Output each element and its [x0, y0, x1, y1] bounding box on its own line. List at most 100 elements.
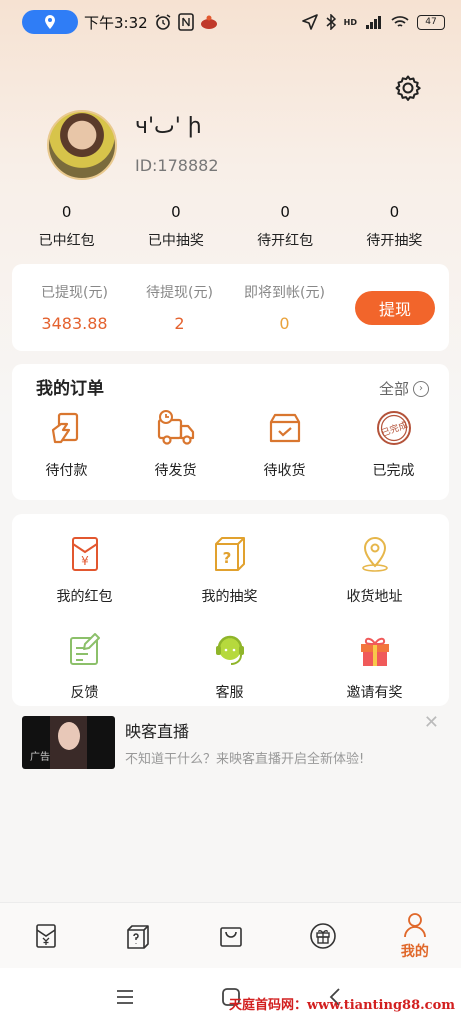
stat-label: 待开抽奖 — [366, 233, 423, 249]
stat-label: 已中红包 — [38, 233, 95, 249]
tab-profile-label: 我的 — [400, 943, 429, 960]
bluetooth-icon — [326, 14, 336, 30]
tab-shop[interactable] — [184, 903, 276, 968]
close-icon[interactable]: ✕ — [424, 712, 439, 733]
wallet-value: 0 — [279, 314, 290, 333]
alarm-icon — [155, 14, 171, 30]
orders-card: 我的订单 全部 › 待付款 待发货 待收货 已完成 已完成 — [12, 364, 449, 500]
wallet-label: 待提现(元) — [146, 285, 213, 301]
watermark: 天庭首码网：www.tianting88.com — [228, 998, 455, 1013]
stat-label: 已中抽奖 — [147, 233, 204, 249]
stat-value: 0 — [171, 203, 181, 221]
profile-tab-icon — [404, 912, 426, 937]
wallet-value: 2 — [174, 314, 185, 333]
battery-indicator: 47 — [417, 14, 445, 30]
mystery-box-icon: ? — [214, 537, 245, 571]
stat-value: 0 — [280, 203, 290, 221]
mystery-box-tab-icon — [127, 924, 150, 949]
wallet-card: 已提现(元) 3483.88 待提现(元) 2 即将到帐(元) 0 提现 — [12, 264, 449, 351]
wallet-card-icon — [51, 412, 78, 444]
chevron-right-icon: › — [413, 380, 429, 397]
username: ч'ٮ' ի — [135, 114, 202, 139]
navigation-arrow-icon — [301, 14, 318, 30]
order-label: 待付款 — [45, 463, 88, 479]
stat-pending-red-envelopes[interactable]: 0 待开红包 — [231, 200, 340, 250]
delivery-truck-icon — [157, 410, 194, 445]
wifi-icon — [391, 16, 409, 27]
stat-label: 待开红包 — [257, 233, 314, 249]
location-pin-icon — [361, 536, 388, 572]
bottom-tab-bar: 我的 — [0, 902, 461, 968]
stat-won-lottery[interactable]: 0 已中抽奖 — [121, 200, 230, 250]
user-id: ID:178882 — [135, 156, 219, 175]
order-label: 待发货 — [154, 463, 197, 479]
service-label: 反馈 — [70, 685, 99, 701]
feedback-icon — [69, 633, 100, 665]
app-notification-icon — [200, 15, 217, 29]
order-completed[interactable]: 已完成 已完成 — [339, 408, 448, 480]
service-feedback[interactable]: 反馈 — [12, 630, 157, 702]
service-label: 邀请有奖 — [346, 685, 403, 701]
ad-thumbnail-face — [58, 722, 80, 750]
location-icon — [45, 15, 55, 29]
tab-red-envelope[interactable] — [0, 903, 92, 968]
wallet-withdrawn: 已提现(元) 3483.88 — [22, 282, 127, 333]
service-shipping-address[interactable]: 收货地址 — [302, 534, 447, 606]
service-customer-support[interactable]: 客服 — [157, 630, 302, 702]
ad-title: 映客直播 — [125, 722, 190, 741]
service-invite-rewards[interactable]: 邀请有奖 — [302, 630, 447, 702]
signal-hd-label: HD — [343, 17, 357, 27]
tab-profile[interactable]: 我的 — [369, 903, 461, 968]
view-all-label: 全部 — [378, 380, 409, 398]
services-card: ¥ 我的红包 ? 我的抽奖 收货地址 反馈 客服 邀请有奖 — [12, 514, 449, 706]
status-bar: 下午3:32 HD 47 — [0, 0, 461, 44]
withdraw-button[interactable]: 提现 — [355, 290, 435, 325]
service-label: 我的红包 — [56, 589, 113, 605]
order-pending-receipt[interactable]: 待收货 — [230, 408, 339, 480]
stat-value: 0 — [61, 203, 72, 221]
wallet-incoming: 即将到帐(元) 0 — [232, 282, 337, 333]
view-all-orders-link[interactable]: 全部 › — [379, 378, 429, 399]
wallet-label: 即将到帐(元) — [244, 285, 325, 301]
menu-icon[interactable] — [114, 986, 136, 1008]
stamp-text: 已完成 — [379, 419, 408, 440]
red-envelope-icon: ¥ — [71, 537, 98, 571]
customer-service-icon — [215, 635, 244, 665]
stat-pending-lottery[interactable]: 0 待开抽奖 — [340, 200, 449, 250]
gift-tab-icon — [309, 922, 336, 949]
nfc-icon — [177, 13, 194, 31]
avatar[interactable] — [47, 110, 117, 180]
envelope-symbol: ¥ — [81, 554, 89, 568]
ad-thumbnail: 广告 — [22, 716, 115, 769]
tab-lottery[interactable] — [92, 903, 184, 968]
service-label: 我的抽奖 — [201, 589, 258, 605]
package-box-icon — [269, 413, 300, 443]
wallet-pending: 待提现(元) 2 — [127, 282, 232, 333]
service-my-lottery[interactable]: ? 我的抽奖 — [157, 534, 302, 606]
stat-won-red-envelopes[interactable]: 0 已中红包 — [12, 200, 121, 250]
ad-banner[interactable]: 广告 映客直播 不知道干什么？来映客直播开启全新体验! ✕ — [22, 712, 447, 772]
order-pending-shipment[interactable]: 待发货 — [121, 408, 230, 480]
service-my-red-envelopes[interactable]: ¥ 我的红包 — [12, 534, 157, 606]
completed-stamp-icon: 已完成 — [376, 411, 411, 445]
status-time: 下午3:32 — [84, 13, 148, 32]
orders-title: 我的订单 — [36, 379, 104, 399]
order-label: 已完成 — [372, 463, 415, 479]
ad-tag: 广告 — [30, 752, 50, 763]
ad-description: 不知道干什么？来映客直播开启全新体验! — [125, 752, 365, 767]
bag-tab-icon — [219, 926, 242, 947]
service-label: 收货地址 — [346, 589, 403, 605]
stats-row: 0 已中红包 0 已中抽奖 0 待开红包 0 待开抽奖 — [12, 200, 449, 250]
settings-gear-icon[interactable] — [394, 74, 422, 102]
wallet-value: 3483.88 — [41, 314, 108, 333]
order-label: 待收货 — [263, 463, 306, 479]
gift-icon — [360, 637, 389, 666]
order-pending-payment[interactable]: 待付款 — [12, 408, 121, 480]
service-label: 客服 — [215, 685, 244, 701]
stat-value: 0 — [389, 203, 400, 221]
tab-gift[interactable] — [277, 903, 369, 968]
location-pill — [22, 10, 78, 34]
mystery-symbol: ? — [222, 549, 231, 567]
wallet-label: 已提现(元) — [41, 285, 108, 301]
red-envelope-tab-icon — [36, 923, 56, 948]
